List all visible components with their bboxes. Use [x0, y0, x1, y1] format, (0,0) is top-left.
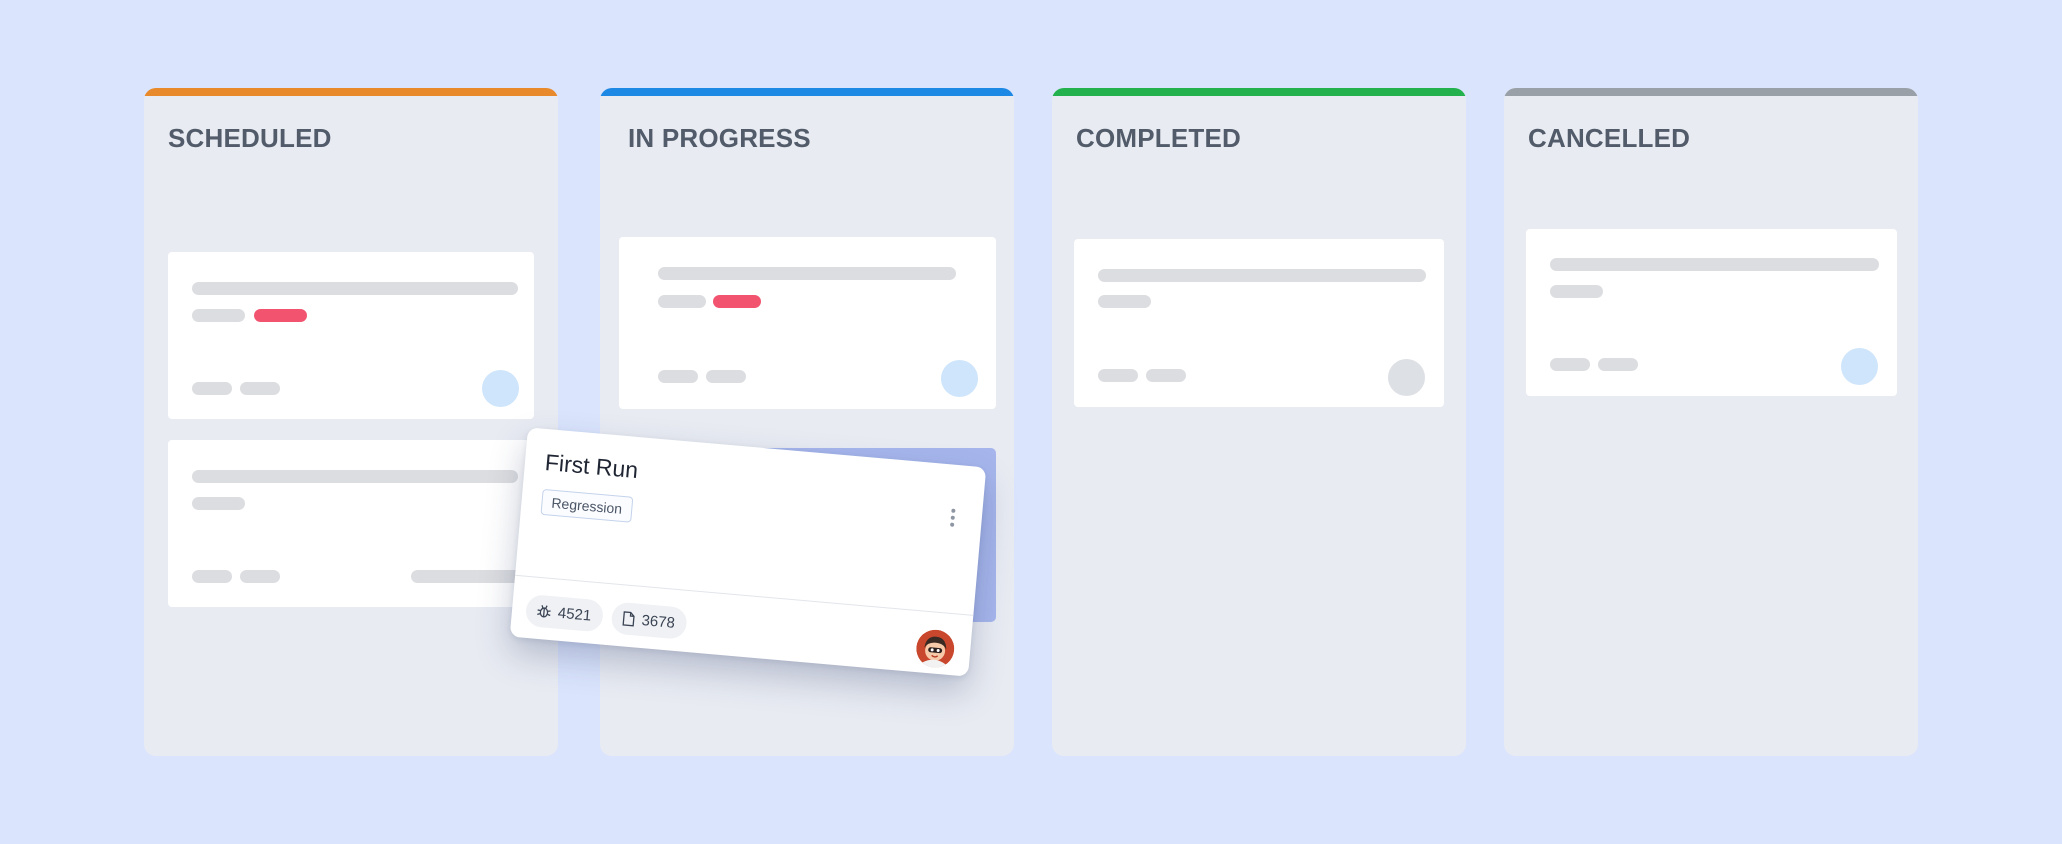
skeleton-chip: [240, 382, 280, 395]
column-accent-bar: [600, 88, 1014, 96]
priority-badge: [254, 309, 307, 322]
bug-count-chip[interactable]: 4521: [524, 593, 605, 633]
column-accent-bar: [144, 88, 558, 96]
skeleton-line: [658, 267, 956, 280]
skeleton-line: [1550, 258, 1879, 271]
more-options-icon[interactable]: [946, 508, 958, 533]
assignee-avatar[interactable]: [915, 628, 956, 669]
placeholder-card[interactable]: [1074, 239, 1444, 407]
column-accent-bar: [1052, 88, 1466, 96]
skeleton-chip: [192, 382, 232, 395]
skeleton-chip: [1098, 369, 1138, 382]
skeleton-line: [192, 470, 518, 483]
skeleton-chip: [240, 570, 280, 583]
column-title: COMPLETED: [1076, 123, 1242, 153]
avatar-placeholder: [1388, 359, 1425, 396]
skeleton-chip: [658, 370, 698, 383]
column-title: CANCELLED: [1528, 123, 1691, 153]
skeleton-line: [192, 282, 518, 295]
placeholder-card[interactable]: [619, 237, 996, 409]
skeleton-line: [1098, 295, 1151, 308]
placeholder-card[interactable]: [1526, 229, 1897, 396]
dragged-card[interactable]: First Run Regression 4521 3678: [509, 427, 987, 677]
column-title: SCHEDULED: [168, 123, 332, 153]
card-title: First Run: [543, 449, 640, 484]
skeleton-chip: [1550, 358, 1590, 371]
card-tag[interactable]: Regression: [540, 488, 634, 523]
placeholder-card[interactable]: [168, 440, 534, 607]
skeleton-line: [192, 309, 245, 322]
skeleton-chip: [192, 570, 232, 583]
document-icon: [621, 610, 636, 627]
skeleton-chip: [706, 370, 746, 383]
skeleton-chip: [1598, 358, 1638, 371]
avatar-placeholder: [1841, 348, 1878, 385]
document-count: 3678: [640, 611, 676, 632]
placeholder-card[interactable]: [168, 252, 534, 419]
skeleton-line: [1098, 269, 1426, 282]
avatar-placeholder: [482, 370, 519, 407]
skeleton-line: [411, 570, 531, 583]
priority-badge: [713, 295, 761, 308]
column-cancelled: CANCELLED: [1504, 88, 1918, 756]
column-accent-bar: [1504, 88, 1918, 96]
bug-count: 4521: [557, 604, 592, 625]
skeleton-line: [192, 497, 245, 510]
skeleton-line: [1550, 285, 1603, 298]
bug-icon: [535, 603, 552, 620]
column-title: IN PROGRESS: [628, 123, 811, 153]
avatar-placeholder: [941, 360, 978, 397]
document-count-chip[interactable]: 3678: [610, 601, 689, 640]
column-scheduled: SCHEDULED: [144, 88, 558, 756]
column-completed: COMPLETED: [1052, 88, 1466, 756]
skeleton-chip: [1146, 369, 1186, 382]
skeleton-line: [658, 295, 706, 308]
